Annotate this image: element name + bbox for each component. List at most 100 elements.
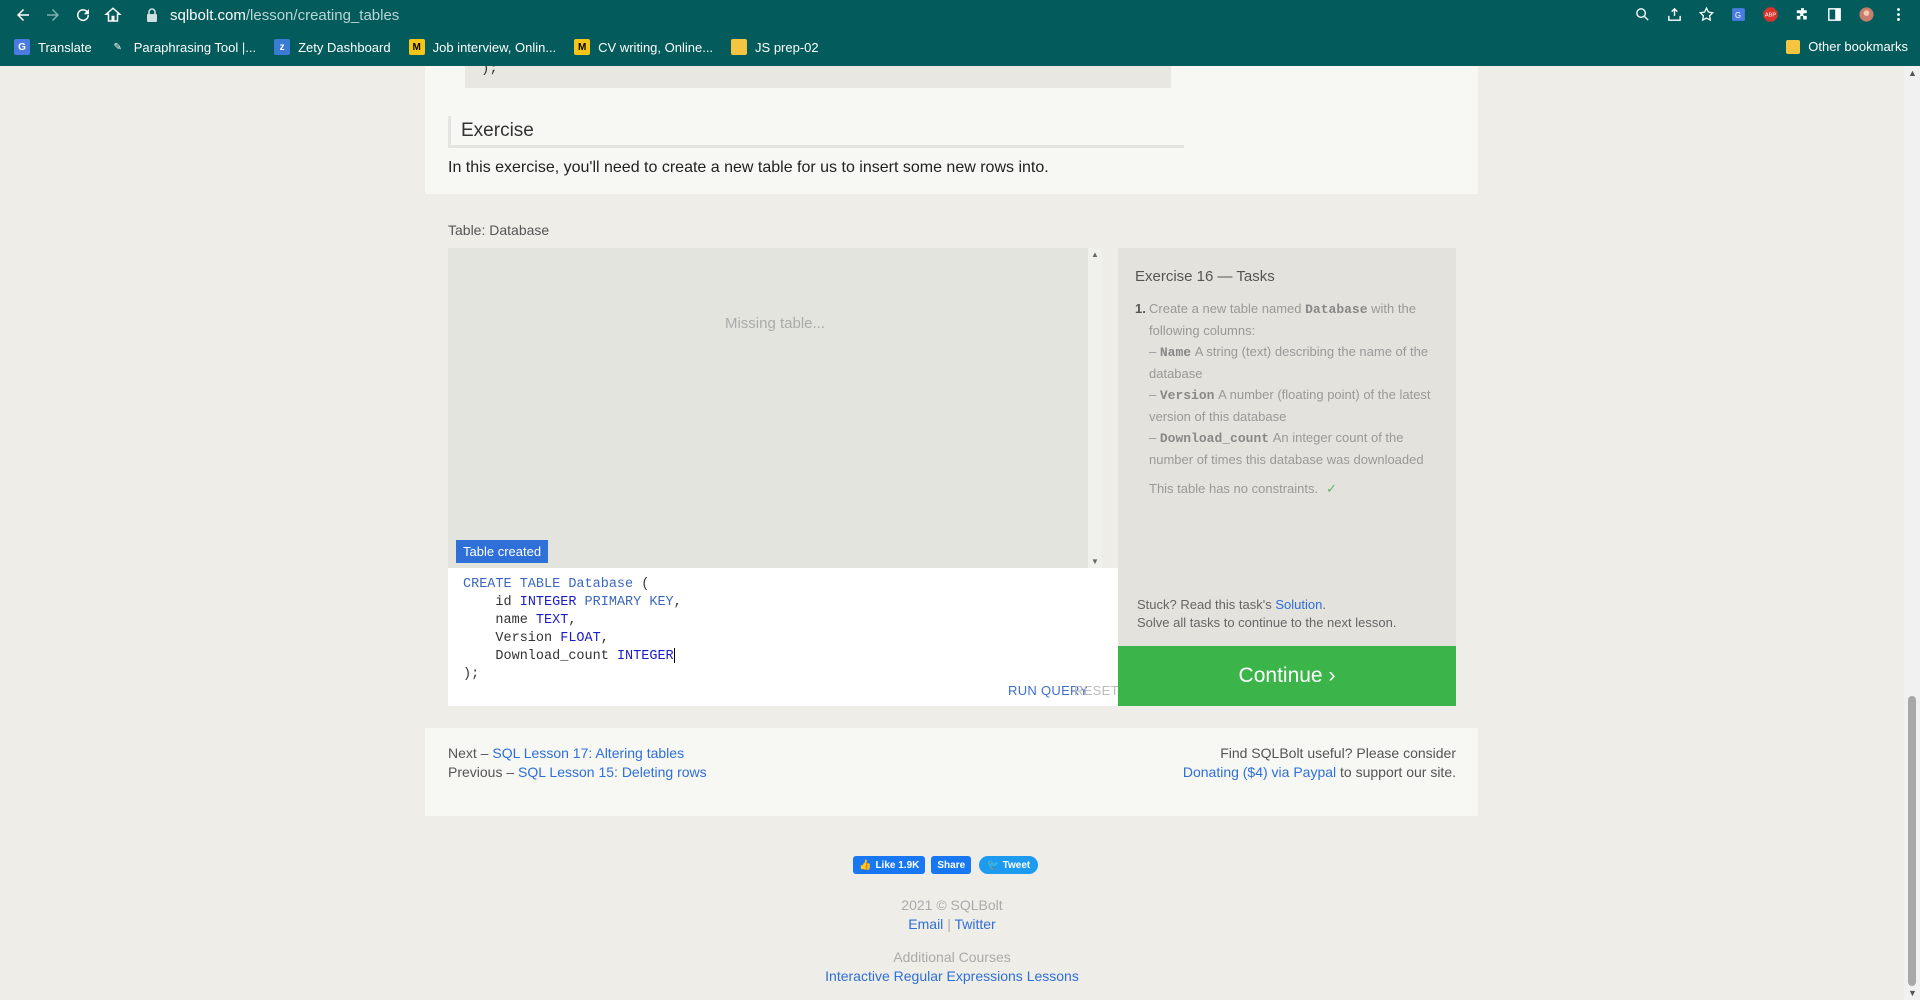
bookmark-cv-writing[interactable]: M CV writing, Online... xyxy=(574,39,713,55)
continue-button[interactable]: Continue › xyxy=(1118,646,1456,706)
url-host: sqlbolt.com xyxy=(170,6,246,24)
bookmark-zety-dashboard[interactable]: z Zety Dashboard xyxy=(274,39,391,55)
task-column-download-count: Download_count xyxy=(1159,431,1270,446)
bookmark-label: Job interview, Onlin... xyxy=(432,39,557,55)
regex-lessons-link[interactable]: Interactive Regular Expressions Lessons xyxy=(825,968,1079,984)
previous-prefix: Previous – xyxy=(448,764,515,780)
facebook-share-button[interactable]: Share xyxy=(931,856,972,874)
stuck-suffix: Solve all tasks to continue to the next … xyxy=(1137,615,1397,630)
previous-lesson: Previous – SQL Lesson 15: Deleting rows xyxy=(448,763,707,782)
support-text: Find SQLBolt useful? Please consider xyxy=(1220,745,1456,761)
tasks-panel: Exercise 16 — Tasks 1. Create a new tabl… xyxy=(1118,248,1456,646)
stuck-prefix: Stuck? Read this task's xyxy=(1137,597,1272,612)
solution-link[interactable]: Solution xyxy=(1275,597,1322,612)
share-button[interactable] xyxy=(1664,3,1684,25)
pen-icon: ✎ xyxy=(113,41,122,53)
sql-code[interactable]: CREATE TABLE Database ( id INTEGER PRIMA… xyxy=(463,576,682,684)
task-number: 1. xyxy=(1135,301,1146,316)
home-button[interactable] xyxy=(98,0,128,30)
task-intro-prefix: Create a new table named xyxy=(1149,301,1302,316)
task-body: Create a new table named Database with t… xyxy=(1149,301,1431,467)
tweet-label: Tweet xyxy=(1002,859,1031,871)
next-lesson-link[interactable]: SQL Lesson 17: Altering tables xyxy=(492,745,684,761)
reload-button[interactable] xyxy=(68,0,98,30)
page: ); Exercise In this exercise, you'll nee… xyxy=(0,66,1904,1000)
page-scrollbar[interactable]: ▲ ▼ xyxy=(1904,66,1920,1000)
facebook-like-button[interactable]: 👍 Like 1.9K xyxy=(853,856,926,874)
address-bar[interactable]: sqlbolt.com/lesson/creating_tables xyxy=(146,3,399,27)
back-button[interactable] xyxy=(8,0,38,30)
separator: | xyxy=(947,916,951,932)
results-pane: Missing table... ▲ ▼ Table created xyxy=(448,248,1102,568)
google-translate-icon: G xyxy=(1731,7,1745,21)
bookmark-paraphrasing-tool[interactable]: ✎ Paraphrasing Tool |... xyxy=(110,39,257,55)
puzzle-icon xyxy=(1796,7,1807,19)
translate-extension[interactable]: G xyxy=(1728,3,1748,25)
zoom-icon xyxy=(1635,7,1649,21)
bookmark-label: JS prep-02 xyxy=(755,39,819,55)
forward-button[interactable] xyxy=(38,0,68,30)
bookmark-label: Translate xyxy=(38,39,92,55)
adblock-icon: ABP xyxy=(1762,6,1778,22)
other-bookmarks[interactable]: Other bookmarks xyxy=(1786,39,1908,54)
bookmark-label: CV writing, Online... xyxy=(598,39,714,55)
task-constraints: This table has no constraints. ✓ xyxy=(1149,478,1445,499)
task-column-desc: A string (text) describing the name of t… xyxy=(1149,344,1429,381)
thumbs-up-icon: 👍 xyxy=(859,859,872,871)
zoom-button[interactable] xyxy=(1632,3,1652,25)
task-table-name: Database xyxy=(1305,302,1368,317)
tweet-button[interactable]: 🐦 Tweet xyxy=(979,856,1039,874)
extensions-button[interactable] xyxy=(1792,3,1812,25)
exercise-area: Table: Database Missing table... ▲ ▼ Tab… xyxy=(425,194,1478,728)
scroll-down-icon[interactable]: ▼ xyxy=(1091,557,1099,566)
scroll-down-icon[interactable]: ▼ xyxy=(1908,988,1917,998)
scrollbar-thumb[interactable] xyxy=(1908,696,1916,986)
scroll-up-icon[interactable]: ▲ xyxy=(1908,68,1917,78)
reload-icon xyxy=(77,9,90,22)
avatar-icon xyxy=(1858,6,1874,22)
url-path: /lesson/creating_tables xyxy=(245,6,400,24)
courses-list: Interactive Regular Expressions Lessons xyxy=(0,967,1904,986)
code-tail-text: ); xyxy=(481,66,498,77)
menu-button[interactable] xyxy=(1888,3,1908,25)
side-panel-icon xyxy=(1827,7,1841,21)
bookmark-js-prep[interactable]: JS prep-02 xyxy=(731,39,819,55)
arrow-right-icon xyxy=(47,9,59,21)
reset-button[interactable]: RESET xyxy=(1074,683,1119,698)
bookmark-job-interview[interactable]: M Job interview, Onlin... xyxy=(408,39,557,55)
lesson-nav: Next – SQL Lesson 17: Altering tables Pr… xyxy=(448,744,707,782)
additional-courses-heading: Additional Courses xyxy=(0,948,1904,967)
donate-link[interactable]: Donating ($4) via Paypal xyxy=(1183,764,1336,780)
folder-icon xyxy=(1786,39,1801,54)
bookmarks-bar: G Translate ✎ Paraphrasing Tool |... z Zety… xyxy=(0,30,1920,64)
scroll-up-icon[interactable]: ▲ xyxy=(1091,250,1099,259)
home-icon xyxy=(104,7,122,22)
constraints-text: This table has no constraints. xyxy=(1149,481,1319,496)
check-icon: ✓ xyxy=(1326,481,1337,496)
table-label: Table: Database xyxy=(448,222,550,238)
bookmark-star-button[interactable] xyxy=(1696,3,1716,25)
text-cursor xyxy=(673,648,675,663)
toolbar-actions: G ABP xyxy=(1632,3,1908,25)
browser-toolbar: sqlbolt.com/lesson/creating_tables G ABP xyxy=(0,0,1920,30)
share-icon xyxy=(1667,7,1681,21)
folder-icon xyxy=(731,39,748,55)
twitter-bird-icon: 🐦 xyxy=(987,859,1000,871)
lesson-content: ); Exercise In this exercise, you'll nee… xyxy=(425,66,1478,816)
browser-chrome: sqlbolt.com/lesson/creating_tables G ABP… xyxy=(0,0,1920,66)
email-link[interactable]: Email xyxy=(908,916,943,932)
copyright: 2021 © SQLBolt xyxy=(0,896,1904,915)
sql-editor[interactable]: CREATE TABLE Database ( id INTEGER PRIMA… xyxy=(448,568,1119,706)
side-panel-button[interactable] xyxy=(1824,3,1844,25)
profile-avatar[interactable] xyxy=(1856,3,1876,25)
bookmark-translate[interactable]: G Translate xyxy=(14,39,92,55)
other-bookmarks-label: Other bookmarks xyxy=(1808,39,1908,54)
star-icon xyxy=(1698,6,1714,21)
bookmark-label: Paraphrasing Tool |... xyxy=(133,39,257,55)
results-scrollbar[interactable]: ▲ ▼ xyxy=(1088,248,1102,568)
previous-lesson-link[interactable]: SQL Lesson 15: Deleting rows xyxy=(518,764,707,780)
svg-text:ABP: ABP xyxy=(1764,12,1776,18)
twitter-link[interactable]: Twitter xyxy=(954,916,995,932)
code-snippet-tail: ); xyxy=(465,66,1171,88)
adblock-extension[interactable]: ABP xyxy=(1760,3,1780,25)
